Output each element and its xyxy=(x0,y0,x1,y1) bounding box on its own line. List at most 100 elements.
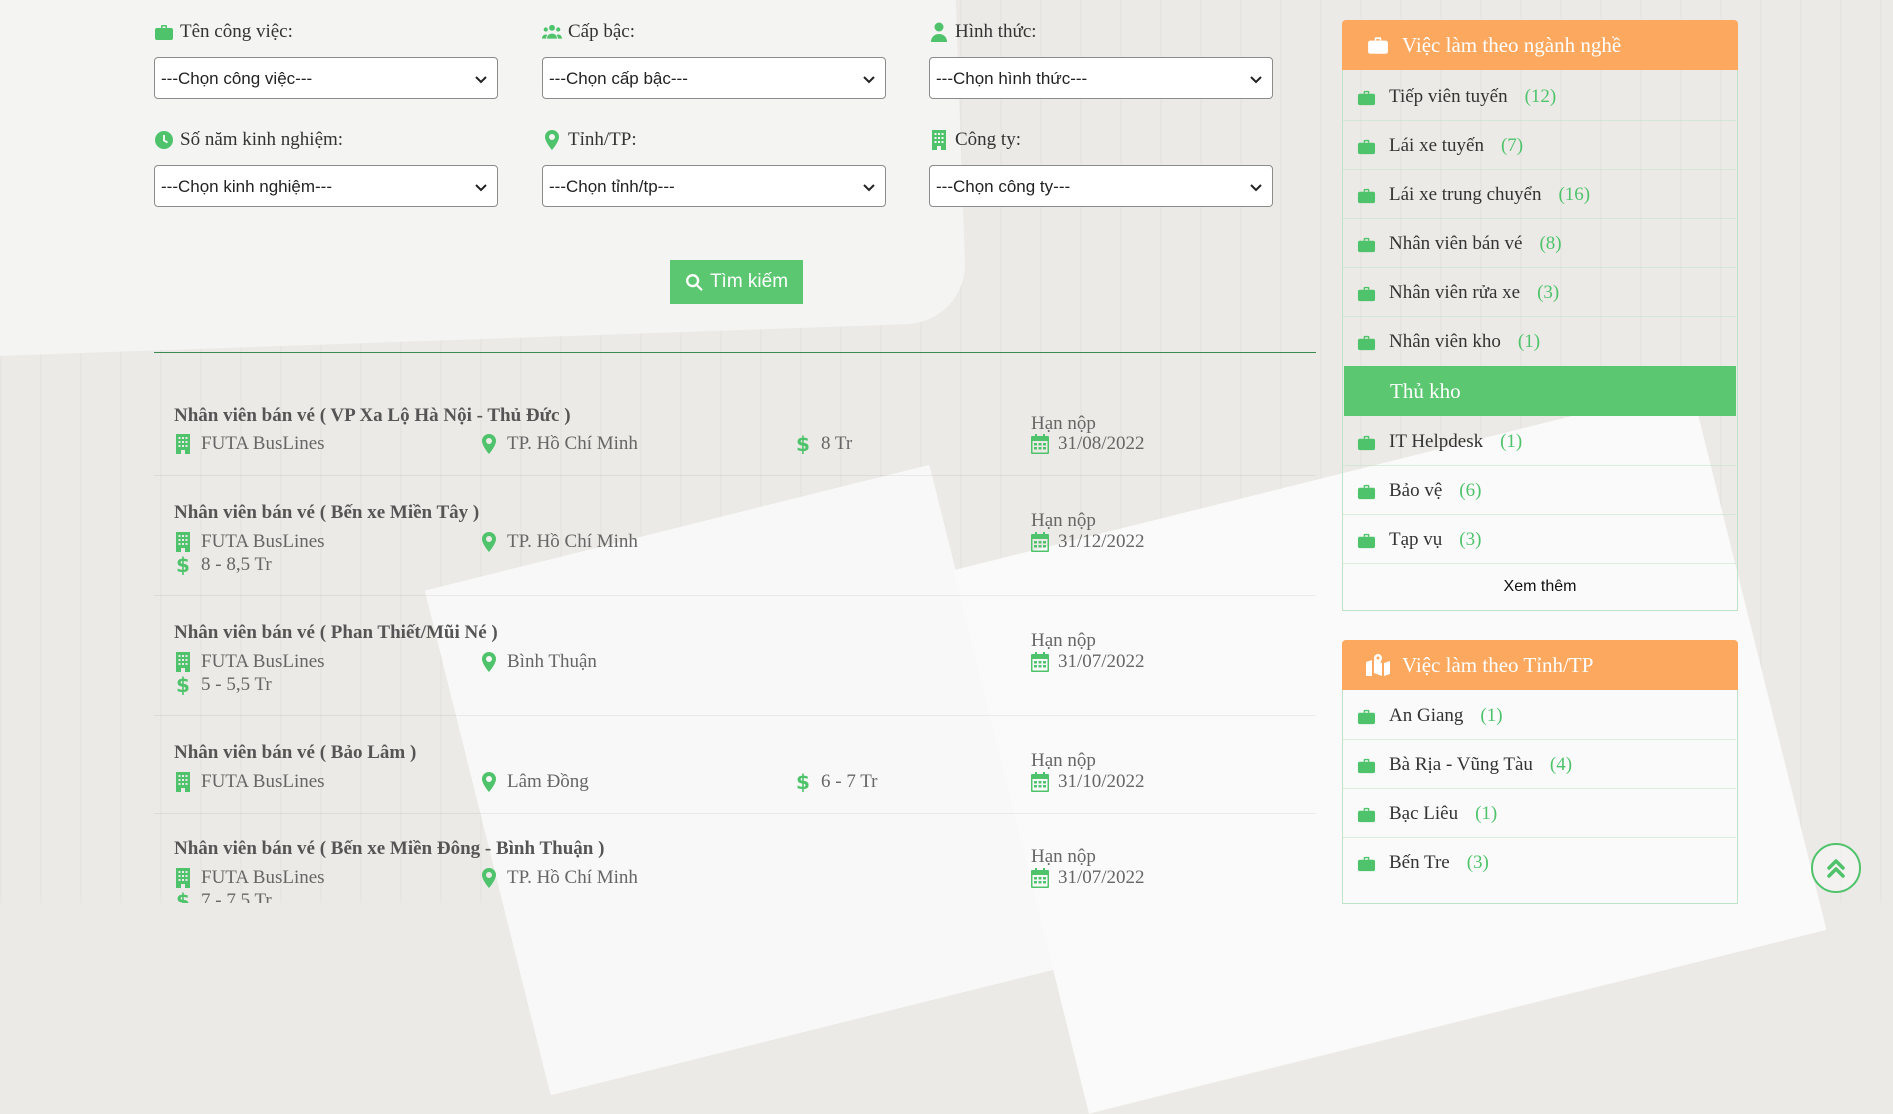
scroll-top-button[interactable] xyxy=(1811,843,1861,893)
salary-value: 8 - 8,5 Tr xyxy=(201,554,272,575)
building-icon xyxy=(176,434,190,454)
province-item[interactable]: Bạc Liêu (1) xyxy=(1356,796,1497,832)
provinces-panel-title: Việc làm theo Tỉnh/TP xyxy=(1402,652,1594,677)
divider xyxy=(1343,218,1736,219)
company-select[interactable]: ---Chọn công ty--- xyxy=(929,165,1273,207)
svg-text:$: $ xyxy=(796,772,810,792)
search-button[interactable]: Tìm kiếm xyxy=(670,260,803,304)
job-title[interactable]: Nhân viên bán vé ( Phan Thiết/Mũi Né ) xyxy=(174,622,498,644)
map-marker-icon xyxy=(482,434,496,454)
career-item[interactable]: Nhân viên kho (1) xyxy=(1356,324,1540,360)
map-marker-icon xyxy=(482,532,496,552)
dollar-icon: $ xyxy=(796,772,810,792)
level-select[interactable]: ---Chọn cấp bậc--- xyxy=(542,57,886,99)
calendar-icon xyxy=(1031,772,1049,792)
career-item[interactable]: Nhân viên rửa xe (3) xyxy=(1356,275,1559,311)
location-name: Bình Thuận xyxy=(507,651,597,672)
career-item[interactable]: IT Helpdesk (1) xyxy=(1356,424,1522,460)
divider xyxy=(1343,514,1736,515)
search-icon xyxy=(685,273,703,291)
career-count: (8) xyxy=(1539,233,1562,254)
briefcase-icon xyxy=(1357,90,1376,105)
double-chevron-up-icon xyxy=(1827,859,1845,878)
user-icon xyxy=(931,22,947,42)
divider xyxy=(1343,788,1736,789)
career-name: Lái xe trung chuyển xyxy=(1389,184,1542,205)
career-item[interactable]: Lái xe tuyến (7) xyxy=(1356,128,1523,164)
svg-text:$: $ xyxy=(176,675,190,695)
career-count: (3) xyxy=(1459,529,1482,550)
job-deadline: 31/08/2022 xyxy=(1031,433,1145,455)
province-name: Bến Tre xyxy=(1389,852,1450,873)
job-title[interactable]: Nhân viên bán vé ( VP Xa Lộ Hà Nội - Thủ… xyxy=(174,405,571,427)
filter-job-label: Tên công việc: xyxy=(180,21,293,42)
job-location: TP. Hồ Chí Minh xyxy=(480,867,638,889)
deadline-value: 31/08/2022 xyxy=(1058,433,1145,454)
career-item[interactable]: Tiếp viên tuyến (12) xyxy=(1356,79,1556,115)
divider xyxy=(1343,837,1736,838)
divider xyxy=(1343,563,1736,564)
career-item-active[interactable]: Thủ kho xyxy=(1344,366,1736,416)
job-company: FUTA BusLines xyxy=(174,771,325,793)
job-item[interactable]: Nhân viên bán vé ( VP Xa Lộ Hà Nội - Thủ… xyxy=(154,396,1316,476)
job-deadline: 31/12/2022 xyxy=(1031,531,1145,553)
job-item[interactable]: Nhân viên bán vé ( Bến xe Miền Đông - Bì… xyxy=(154,814,1316,903)
dollar-icon: $ xyxy=(176,555,190,575)
career-item[interactable]: Tạp vụ (3) xyxy=(1356,522,1481,558)
job-select[interactable]: ---Chọn công việc--- xyxy=(154,57,498,99)
province-item[interactable]: An Giang (1) xyxy=(1356,698,1503,734)
career-item[interactable]: Lái xe trung chuyển (16) xyxy=(1356,177,1590,213)
career-item[interactable]: Nhân viên bán vé (8) xyxy=(1356,226,1562,262)
deadline-label: Hạn nộp xyxy=(1031,630,1096,651)
career-item[interactable]: Bảo vệ (6) xyxy=(1356,473,1481,509)
province-count: (1) xyxy=(1475,803,1498,824)
salary-value: 5 - 5,5 Tr xyxy=(201,674,272,695)
province-select[interactable]: ---Chọn tỉnh/tp--- xyxy=(542,165,886,207)
province-count: (3) xyxy=(1466,852,1489,873)
job-deadline: 31/10/2022 xyxy=(1031,771,1145,793)
briefcase-icon xyxy=(155,25,173,40)
deadline-value: 31/12/2022 xyxy=(1058,531,1145,552)
job-title[interactable]: Nhân viên bán vé ( Bến xe Miền Tây ) xyxy=(174,502,479,524)
job-item[interactable]: Nhân viên bán vé ( Phan Thiết/Mũi Né ) F… xyxy=(154,596,1316,716)
job-company: FUTA BusLines xyxy=(174,867,325,889)
career-count: (12) xyxy=(1524,86,1557,107)
divider xyxy=(1343,739,1736,740)
divider xyxy=(1343,267,1736,268)
map-marker-icon xyxy=(545,130,559,150)
province-name: An Giang xyxy=(1389,705,1464,726)
provinces-panel-header: Việc làm theo Tỉnh/TP xyxy=(1342,640,1738,690)
briefcase-icon xyxy=(1368,37,1388,54)
svg-text:$: $ xyxy=(796,434,810,454)
see-more-link[interactable]: Xem thêm xyxy=(1342,578,1738,596)
job-deadline: 31/07/2022 xyxy=(1031,651,1145,673)
career-name: Tạp vụ xyxy=(1389,529,1443,550)
divider xyxy=(1343,465,1736,466)
salary-value: 8 Tr xyxy=(821,433,853,454)
filter-type: Hình thức: ---Chọn hình thức--- xyxy=(929,19,1273,99)
map-marker-icon xyxy=(482,652,496,672)
deadline-value: 31/07/2022 xyxy=(1058,651,1145,672)
career-count: (7) xyxy=(1500,135,1524,156)
briefcase-icon xyxy=(1357,758,1376,773)
career-count: (16) xyxy=(1558,184,1591,205)
deadline-label: Hạn nộp xyxy=(1031,846,1096,867)
job-item[interactable]: Nhân viên bán vé ( Bến xe Miền Tây ) FUT… xyxy=(154,476,1316,596)
deadline-label: Hạn nộp xyxy=(1031,510,1096,531)
job-title[interactable]: Nhân viên bán vé ( Bến xe Miền Đông - Bì… xyxy=(174,838,604,860)
building-icon xyxy=(176,772,190,792)
filter-level: Cấp bậc: ---Chọn cấp bậc--- xyxy=(542,19,886,99)
career-count: (1) xyxy=(1517,331,1541,352)
province-item[interactable]: Bến Tre (3) xyxy=(1356,845,1489,881)
svg-text:$: $ xyxy=(176,555,190,575)
job-title[interactable]: Nhân viên bán vé ( Bảo Lâm ) xyxy=(174,742,416,764)
province-item[interactable]: Bà Rịa - Vũng Tàu (4) xyxy=(1356,747,1572,783)
job-item[interactable]: Nhân viên bán vé ( Bảo Lâm ) FUTA BusLin… xyxy=(154,716,1316,814)
type-select[interactable]: ---Chọn hình thức--- xyxy=(929,57,1273,99)
experience-select[interactable]: ---Chọn kinh nghiệm--- xyxy=(154,165,498,207)
career-name: Nhân viên bán vé xyxy=(1389,233,1523,254)
career-name: Tiếp viên tuyến xyxy=(1389,86,1508,107)
job-salary: $ 5 - 5,5 Tr xyxy=(174,674,272,696)
dollar-icon: $ xyxy=(796,434,810,454)
filter-experience-label: Số năm kinh nghiệm: xyxy=(180,129,344,150)
